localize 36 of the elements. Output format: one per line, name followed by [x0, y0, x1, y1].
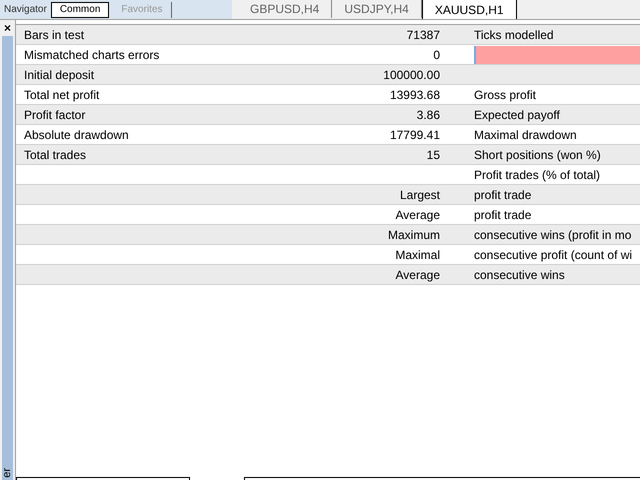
- row-label: consecutive profit (count of wi: [474, 248, 632, 262]
- row-value: 0: [433, 48, 440, 62]
- row-label: Gross profit: [474, 88, 536, 102]
- panel-caption: er: [0, 468, 14, 478]
- row-label: Initial deposit: [24, 68, 94, 82]
- row-label: profit trade: [474, 188, 532, 202]
- row-label: Profit factor: [24, 108, 86, 122]
- row-label: Mismatched charts errors: [24, 48, 160, 62]
- row-value: Average: [396, 208, 440, 222]
- row-value: 100000.00: [383, 68, 440, 82]
- row-value: Maximum: [388, 228, 440, 242]
- row-label: Maximal drawdown: [474, 128, 577, 142]
- row-value: Average: [396, 268, 440, 282]
- row-label: Ticks modelled: [474, 28, 554, 42]
- row-value: Largest: [400, 188, 440, 202]
- row-value: 71387: [406, 28, 440, 42]
- row-label: consecutive wins (profit in mo: [474, 228, 632, 242]
- row-value: 13993.68: [390, 88, 440, 102]
- row-value: Maximal: [395, 248, 440, 262]
- row-value: 17799.41: [390, 128, 440, 142]
- row-label: Total trades: [24, 148, 86, 162]
- row-label: Expected payoff: [474, 108, 560, 122]
- row-label: consecutive wins: [474, 268, 565, 282]
- row-label: Bars in test: [24, 28, 84, 42]
- row-label: Short positions (won %): [474, 148, 601, 162]
- chart-tab[interactable]: GBPUSD,H4: [238, 0, 332, 18]
- row-value: 15: [426, 148, 440, 162]
- panel-title: Navigator: [4, 3, 47, 17]
- row-label: Absolute drawdown: [24, 128, 129, 142]
- row-value: 3.86: [416, 108, 440, 122]
- row-label: profit trade: [474, 208, 532, 222]
- close-button[interactable]: ×: [0, 20, 15, 36]
- row-label: Total net profit: [24, 88, 100, 102]
- chart-tab[interactable]: XAUUSD,H1: [422, 0, 517, 19]
- navigator-tab[interactable]: Common: [50, 2, 110, 18]
- row-label: Profit trades (% of total): [474, 168, 600, 182]
